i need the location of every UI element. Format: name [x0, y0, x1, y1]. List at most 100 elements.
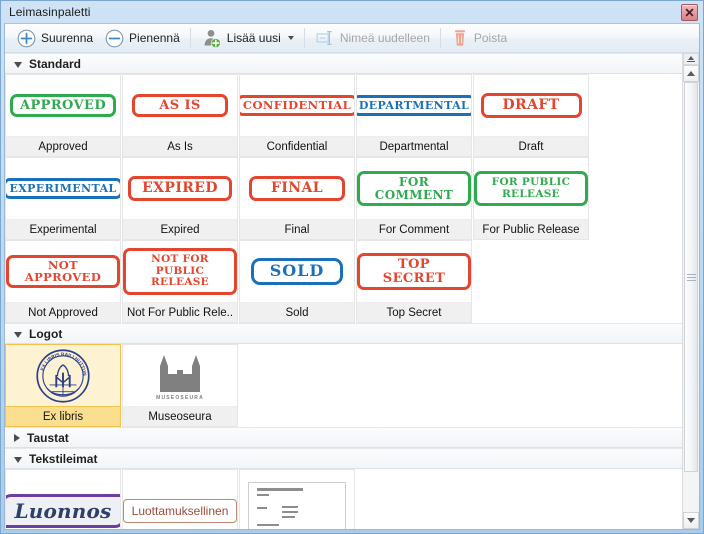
stamp-graphic: DRAFT — [480, 93, 582, 118]
group-header-standard[interactable]: Standard — [5, 53, 682, 74]
palette-item[interactable]: CONFIDENTIAL Confidential — [239, 74, 356, 157]
stamp-graphic: FOR COMMENT — [357, 171, 471, 206]
palette-item[interactable]: NOT APPROVED Not Approved — [5, 240, 122, 323]
palette-item[interactable] — [239, 469, 356, 529]
palette-item[interactable]: NOT FOR PUBLIC RELEASE Not For Public Re… — [122, 240, 239, 323]
stamp-text: NOT APPROVED — [24, 257, 102, 284]
stamp-graphic: CONFIDENTIAL — [240, 94, 354, 117]
item-thumbnail: DRAFT — [473, 74, 589, 136]
stamp-text: Luottamuksellinen — [131, 504, 229, 518]
scroll-up-icon — [687, 71, 695, 76]
document-form-icon — [248, 482, 346, 529]
stamp-graphic: DEPARTMENTAL — [357, 94, 471, 117]
scroll-thumb-grip — [686, 272, 696, 283]
toolbar-label-rename: Nimeä uudelleen — [339, 31, 430, 45]
stamp-graphic: NOT FOR PUBLIC RELEASE — [123, 247, 237, 296]
stamp-graphic: FOR PUBLIC RELEASE — [474, 170, 588, 207]
palette-item[interactable]: SOLD Sold — [239, 240, 356, 323]
stamp-text: AS IS — [159, 97, 201, 113]
item-thumbnail: FOR COMMENT — [356, 157, 472, 219]
exlibris-emblem-icon: EX LIBRIS RAILI HUTTUNEN — [35, 348, 90, 403]
group-grid-tekstileimat: Luonnos Luottamuksellinen — [5, 469, 682, 529]
toolbar-button-delete[interactable]: Poista — [445, 26, 513, 50]
item-caption: Final — [239, 219, 355, 240]
palette-item[interactable]: AS IS As Is — [122, 74, 239, 157]
window-client-area: Suurenna Pienennä Lisää uusi Nimeä uudel… — [4, 23, 700, 530]
scroll-down-icon — [687, 518, 695, 523]
vertical-scrollbar[interactable] — [682, 53, 699, 529]
scroll-up-button[interactable] — [683, 65, 699, 82]
palette-item[interactable]: FOR COMMENT For Comment — [356, 157, 473, 240]
palette-item[interactable]: DRAFT Draft — [473, 74, 590, 157]
stamp-text: TOP SECRET — [382, 257, 446, 286]
stamp-graphic: EXPERIMENTAL — [6, 177, 120, 200]
item-thumbnail: Luottamuksellinen — [122, 469, 238, 529]
group-title-taustat: Taustat — [27, 430, 69, 445]
item-caption: Museoseura — [122, 406, 238, 427]
palette-item[interactable]: Luonnos — [5, 469, 122, 529]
stamp-text: NOT FOR PUBLIC RELEASE — [151, 252, 209, 289]
group-header-taustat[interactable]: Taustat — [5, 427, 682, 448]
stamp-palette-window: Leimasinpaletti Suurenna Pienennä Lisää … — [0, 0, 704, 534]
group-grid-standard: APPROVED Approved AS IS As Is CONFIDENTI… — [5, 74, 682, 323]
luottamuksellinen-stamp-graphic: Luottamuksellinen — [123, 499, 237, 523]
scroll-thumb[interactable] — [684, 82, 698, 472]
group-header-tekstileimat[interactable]: Tekstileimat — [5, 448, 682, 469]
content-area: Standard APPROVED Approved AS IS As Is C… — [5, 53, 699, 529]
item-thumbnail: FINAL — [239, 157, 355, 219]
palette-item-selected[interactable]: EX LIBRIS RAILI HUTTUNEN Ex libris — [5, 344, 122, 427]
close-button[interactable] — [681, 4, 698, 21]
toolbar-button-zoom-in[interactable]: Suurenna — [11, 26, 99, 50]
stamp-text: FOR PUBLIC RELEASE — [491, 175, 571, 200]
stamp-text: SOLD — [269, 261, 325, 281]
item-thumbnail: FOR PUBLIC RELEASE — [473, 157, 589, 219]
palette-item[interactable]: MUSEOSEURA Museoseura — [122, 344, 239, 427]
toolbar-separator-1 — [189, 28, 191, 48]
item-caption: For Comment — [356, 219, 472, 240]
item-thumbnail: SOLD — [239, 240, 355, 302]
stamp-text: FINAL — [271, 180, 323, 197]
palette-item[interactable]: EXPIRED Expired — [122, 157, 239, 240]
palette-item[interactable]: FINAL Final — [239, 157, 356, 240]
plus-circle-icon — [17, 29, 36, 47]
item-thumbnail: EXPIRED — [122, 157, 238, 219]
palette-item[interactable]: FOR PUBLIC RELEASE For Public Release — [473, 157, 590, 240]
luonnos-stamp-graphic: Luonnos — [6, 494, 120, 528]
add-user-icon — [204, 29, 221, 48]
stamp-graphic: EXPIRED — [128, 176, 232, 201]
group-header-logot[interactable]: Logot — [5, 323, 682, 344]
title-bar: Leimasinpaletti — [1, 1, 703, 23]
palette-item[interactable]: APPROVED Approved — [5, 74, 122, 157]
palette-item[interactable]: DEPARTMENTAL Departmental — [356, 74, 473, 157]
palette-item[interactable]: TOP SECRET Top Secret — [356, 240, 473, 323]
scroll-top-marker[interactable] — [683, 53, 699, 65]
scroll-down-button[interactable] — [683, 512, 699, 529]
toolbar-button-rename[interactable]: Nimeä uudelleen — [309, 26, 436, 50]
stamp-text: CONFIDENTIAL — [242, 97, 352, 112]
stamp-text: Luonnos — [14, 499, 112, 523]
toolbar-separator-2 — [303, 28, 305, 48]
stamp-text: DRAFT — [502, 97, 560, 114]
palette-item[interactable]: Luottamuksellinen — [122, 469, 239, 529]
palette-scroll-panel: Standard APPROVED Approved AS IS As Is C… — [5, 53, 682, 529]
group-grid-logot: EX LIBRIS RAILI HUTTUNEN Ex libris — [5, 344, 682, 427]
rename-icon — [316, 31, 332, 45]
item-caption: Departmental — [356, 136, 472, 157]
window-title: Leimasinpaletti — [9, 5, 91, 19]
item-caption: Sold — [239, 302, 355, 323]
stamp-graphic: FINAL — [249, 176, 345, 201]
group-title-logot: Logot — [29, 326, 63, 341]
palette-item[interactable]: EXPERIMENTAL Experimental — [5, 157, 122, 240]
church-silhouette-icon — [160, 355, 200, 392]
item-caption: Top Secret — [356, 302, 472, 323]
toolbar-button-zoom-out[interactable]: Pienennä — [99, 26, 186, 50]
item-thumbnail: CONFIDENTIAL — [239, 74, 355, 136]
item-thumbnail: DEPARTMENTAL — [356, 74, 472, 136]
toolbar-label-add-new: Lisää uusi — [226, 31, 281, 45]
toolbar-separator-3 — [439, 28, 441, 48]
stamp-text: DEPARTMENTAL — [358, 98, 470, 112]
scroll-track[interactable] — [683, 82, 699, 512]
item-caption: Ex libris — [5, 406, 121, 427]
chevron-down-icon[interactable] — [287, 36, 294, 40]
toolbar-button-add-new[interactable]: Lisää uusi — [195, 26, 300, 50]
